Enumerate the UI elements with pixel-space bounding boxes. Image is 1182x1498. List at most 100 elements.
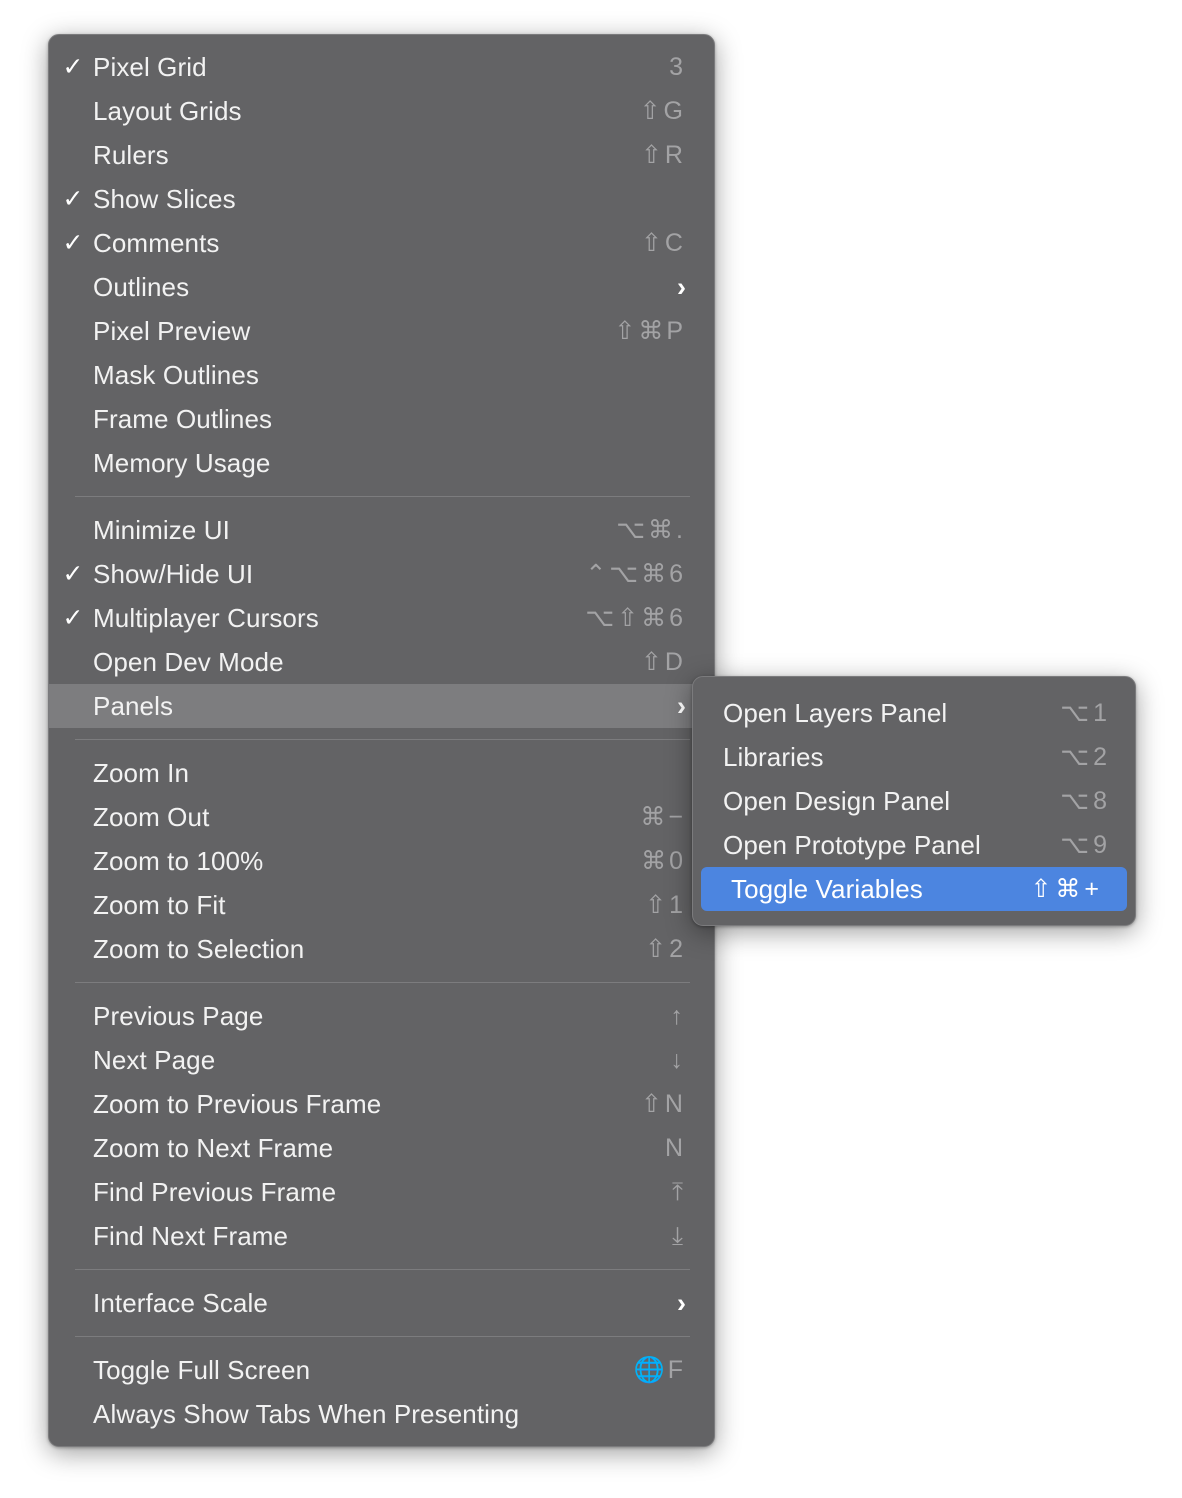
menu-item-label: Rulers [93, 139, 169, 170]
menu-item-shortcut: ⇧2 [645, 935, 686, 963]
menu-item-label: Layout Grids [93, 95, 242, 126]
menu-item-shortcut: ⇧⌘P [614, 317, 686, 345]
menu-item-shortcut: ⇧D [640, 648, 686, 676]
screen-canvas: ✓ Pixel Grid 3 Layout Grids ⇧G Rulers ⇧R ✓ Show … [0, 0, 1182, 1498]
checkmark-icon: ✓ [62, 603, 84, 632]
menu-item-panels[interactable]: Panels › [49, 684, 714, 728]
menu-item-label: Show Slices [93, 183, 236, 214]
menu-item-shortcut: 3 [669, 52, 686, 81]
menu-item-previous-page[interactable]: Previous Page ↑ [49, 994, 714, 1038]
menu-item-label: Find Next Frame [93, 1220, 289, 1251]
menu-item-toggle-variables[interactable]: Toggle Variables ⇧⌘+ [701, 867, 1127, 911]
menu-item-always-show-tabs-when-presenting[interactable]: Always Show Tabs When Presenting [49, 1392, 714, 1436]
menu-item-shortcut: ⌥2 [1060, 743, 1111, 771]
menu-separator [75, 1336, 690, 1337]
menu-item-shortcut: ⌃⌥⌘6 [585, 560, 686, 588]
menu-item-label: Next Page [93, 1044, 216, 1075]
menu-item-shortcut: ⤓ [671, 1221, 686, 1250]
menu-item-label: Zoom to Selection [93, 933, 305, 964]
menu-item-label: Previous Page [93, 1000, 264, 1031]
menu-item-label: Open Dev Mode [93, 646, 284, 677]
menu-item-interface-scale[interactable]: Interface Scale › [49, 1281, 714, 1325]
menu-item-shortcut: ↑ [670, 1001, 686, 1030]
menu-item-shortcut: ⤒ [671, 1177, 686, 1206]
checkmark-icon: ✓ [62, 184, 84, 213]
menu-separator [75, 739, 690, 740]
menu-item-label: Pixel Grid [93, 51, 207, 82]
menu-item-shortcut: ⌘0 [641, 847, 686, 875]
menu-item-shortcut: ⌘− [640, 803, 686, 831]
menu-item-mask-outlines[interactable]: Mask Outlines [49, 353, 714, 397]
menu-item-label: Show/Hide UI [93, 558, 254, 589]
checkmark-icon: ✓ [62, 52, 84, 81]
menu-item-shortcut: ⌥9 [1060, 831, 1111, 859]
menu-item-layout-grids[interactable]: Layout Grids ⇧G [49, 89, 714, 133]
menu-item-label: Minimize UI [93, 514, 230, 545]
menu-item-outlines[interactable]: Outlines › [49, 265, 714, 309]
menu-item-minimize-ui[interactable]: Minimize UI ⌥⌘. [49, 508, 714, 552]
menu-item-shortcut: 🌐F [633, 1355, 686, 1384]
menu-item-open-layers-panel[interactable]: Open Layers Panel ⌥1 [693, 691, 1135, 735]
menu-item-open-dev-mode[interactable]: Open Dev Mode ⇧D [49, 640, 714, 684]
menu-item-label: Toggle Variables [731, 873, 923, 904]
checkmark-icon: ✓ [62, 559, 84, 588]
menu-item-zoom-to-100[interactable]: Zoom to 100% ⌘0 [49, 839, 714, 883]
menu-item-open-design-panel[interactable]: Open Design Panel ⌥8 [693, 779, 1135, 823]
menu-item-toggle-full-screen[interactable]: Toggle Full Screen 🌐F [49, 1348, 714, 1392]
chevron-right-icon: › [677, 1287, 686, 1318]
chevron-right-icon: › [677, 271, 686, 302]
menu-item-show-slices[interactable]: ✓ Show Slices [49, 177, 714, 221]
menu-item-comments[interactable]: ✓ Comments ⇧C [49, 221, 714, 265]
menu-item-label: Interface Scale [93, 1287, 268, 1318]
menu-item-shortcut: ⇧C [640, 229, 686, 257]
menu-item-label: Zoom to Next Frame [93, 1132, 334, 1163]
menu-item-label: Zoom to 100% [93, 845, 264, 876]
menu-item-label: Frame Outlines [93, 403, 273, 434]
menu-item-label: Comments [93, 227, 220, 258]
menu-item-shortcut: ↓ [670, 1045, 686, 1074]
menu-item-shortcut: ⇧1 [645, 891, 686, 919]
menu-item-zoom-in[interactable]: Zoom In [49, 751, 714, 795]
menu-item-label: Multiplayer Cursors [93, 602, 319, 633]
checkmark-icon: ✓ [62, 228, 84, 257]
menu-item-rulers[interactable]: Rulers ⇧R [49, 133, 714, 177]
menu-item-shortcut: N [664, 1133, 686, 1162]
menu-item-label: Toggle Full Screen [93, 1354, 311, 1385]
menu-item-label: Zoom to Previous Frame [93, 1088, 382, 1119]
menu-item-find-previous-frame[interactable]: Find Previous Frame ⤒ [49, 1170, 714, 1214]
menu-item-label: Outlines [93, 271, 190, 302]
menu-item-label: Panels [93, 690, 174, 721]
menu-item-find-next-frame[interactable]: Find Next Frame ⤓ [49, 1214, 714, 1258]
menu-item-next-page[interactable]: Next Page ↓ [49, 1038, 714, 1082]
menu-item-label: Mask Outlines [93, 359, 260, 390]
menu-item-shortcut: ⇧R [640, 141, 686, 169]
view-menu: ✓ Pixel Grid 3 Layout Grids ⇧G Rulers ⇧R ✓ Show … [48, 34, 715, 1447]
chevron-right-icon: › [677, 690, 686, 721]
menu-item-label: Find Previous Frame [93, 1176, 337, 1207]
menu-item-shortcut: ⇧N [640, 1090, 686, 1118]
menu-item-show-hide-ui[interactable]: ✓ Show/Hide UI ⌃⌥⌘6 [49, 552, 714, 596]
menu-item-zoom-to-selection[interactable]: Zoom to Selection ⇧2 [49, 927, 714, 971]
menu-item-zoom-to-next-frame[interactable]: Zoom to Next Frame N [49, 1126, 714, 1170]
menu-item-shortcut: ⇧G [639, 97, 686, 125]
menu-item-multiplayer-cursors[interactable]: ✓ Multiplayer Cursors ⌥⇧⌘6 [49, 596, 714, 640]
menu-item-zoom-to-fit[interactable]: Zoom to Fit ⇧1 [49, 883, 714, 927]
menu-item-shortcut: ⌥1 [1060, 699, 1111, 727]
menu-item-zoom-out[interactable]: Zoom Out ⌘− [49, 795, 714, 839]
menu-item-frame-outlines[interactable]: Frame Outlines [49, 397, 714, 441]
menu-item-open-prototype-panel[interactable]: Open Prototype Panel ⌥9 [693, 823, 1135, 867]
menu-item-pixel-preview[interactable]: Pixel Preview ⇧⌘P [49, 309, 714, 353]
menu-item-libraries[interactable]: Libraries ⌥2 [693, 735, 1135, 779]
menu-separator [75, 982, 690, 983]
menu-separator [75, 1269, 690, 1270]
menu-item-label: Open Design Panel [723, 785, 951, 816]
menu-item-pixel-grid[interactable]: ✓ Pixel Grid 3 [49, 45, 714, 89]
menu-item-zoom-to-previous-frame[interactable]: Zoom to Previous Frame ⇧N [49, 1082, 714, 1126]
menu-item-label: Memory Usage [93, 447, 271, 478]
menu-item-label: Zoom In [93, 757, 190, 788]
menu-item-shortcut: ⌥8 [1060, 787, 1111, 815]
panels-submenu: Open Layers Panel ⌥1 Libraries ⌥2 Open Desig… [692, 676, 1136, 926]
menu-item-label: Pixel Preview [93, 315, 251, 346]
menu-item-shortcut: ⇧⌘+ [1030, 875, 1103, 903]
menu-item-memory-usage[interactable]: Memory Usage [49, 441, 714, 485]
